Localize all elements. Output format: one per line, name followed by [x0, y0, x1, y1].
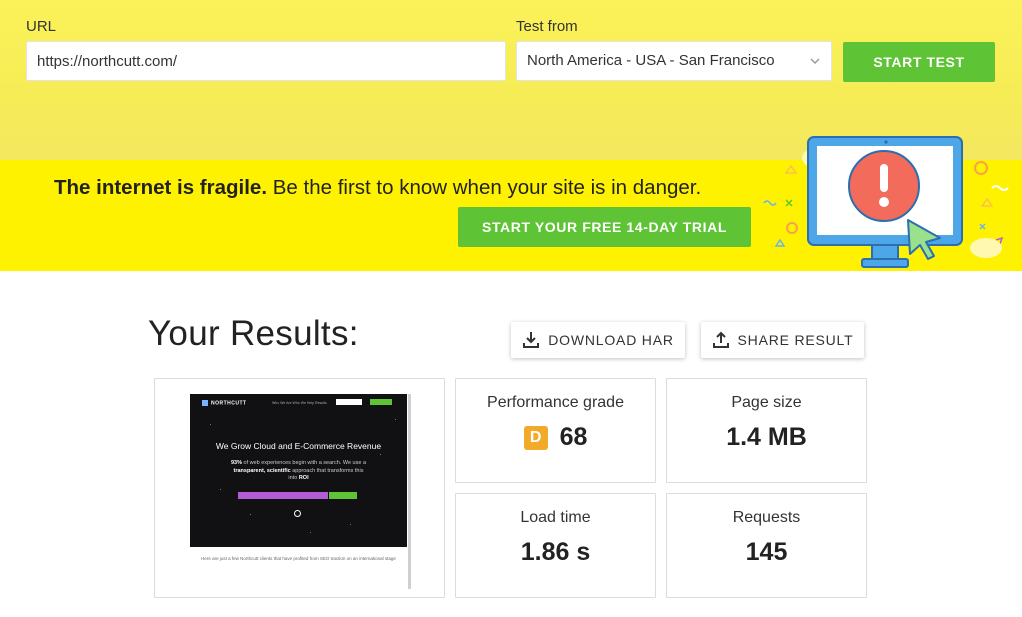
screenshot-cta-primary [238, 492, 328, 499]
url-input[interactable] [26, 41, 506, 81]
page-size-label: Page size [731, 394, 802, 411]
screenshot-search-box [336, 399, 362, 405]
download-har-label: DOWNLOAD HAR [548, 332, 674, 348]
requests-card: Requests 145 [666, 493, 867, 598]
screenshot-scrollbar [408, 394, 411, 589]
start-test-button[interactable]: START TEST [843, 42, 995, 82]
performance-grade-card: Performance grade D 68 [455, 378, 656, 483]
load-time-value: 1.86 s [520, 538, 591, 566]
screenshot-cta-secondary [329, 492, 357, 499]
screenshot-body-bold: transparent, scientific [233, 467, 291, 474]
screenshot-headline: We Grow Cloud and E-Commerce Revenue [215, 441, 382, 451]
promo-headline-rest: Be the first to know when your site is i… [267, 176, 702, 199]
screenshot-footer-text: Here are just a few Northcutt clients th… [201, 556, 396, 561]
test-location-select[interactable]: North America - USA - San Francisco [516, 41, 832, 81]
page-size-value: 1.4 MB [726, 423, 807, 451]
page-size-card: Page size 1.4 MB [666, 378, 867, 483]
site-screenshot-card: NORTHCUTT Who We Are Who We Help Results… [154, 378, 445, 598]
promo-headline: The internet is fragile. Be the first to… [54, 176, 701, 200]
requests-value: 145 [745, 538, 788, 566]
share-result-label: SHARE RESULT [737, 332, 854, 348]
grade-badge: D [523, 425, 548, 450]
download-har-button[interactable]: DOWNLOAD HAR [511, 322, 685, 358]
load-time-card: Load time 1.86 s [455, 493, 656, 598]
screenshot-logo-icon [202, 400, 208, 406]
requests-label: Requests [732, 509, 801, 526]
promo-headline-bold: The internet is fragile. [54, 176, 268, 199]
performance-grade-label: Performance grade [487, 394, 624, 411]
screenshot-body: 93% of web experiences begin with a sear… [230, 460, 367, 483]
screenshot-body-roi: ROI [298, 475, 309, 481]
screenshot-nav-links: Who We Are Who We Help Results [272, 401, 327, 405]
screenshot-brand: NORTHCUTT [202, 400, 247, 406]
download-icon [523, 332, 540, 348]
screenshot-cta-small [370, 399, 392, 405]
screenshot-scroll-indicator [294, 510, 301, 517]
test-from-label: Test from [516, 18, 578, 35]
url-label: URL [26, 18, 57, 35]
free-trial-button[interactable]: START YOUR FREE 14-DAY TRIAL [458, 207, 751, 247]
screenshot-brand-text: NORTHCUTT [211, 400, 247, 407]
test-location-value: North America - USA - San Francisco [527, 52, 775, 69]
screenshot-body-pct: 93% [230, 460, 242, 466]
performance-score: 68 [559, 423, 588, 451]
screenshot-hero: NORTHCUTT Who We Are Who We Help Results… [190, 394, 407, 547]
results-title: Your Results: [148, 314, 359, 353]
performance-grade-row: D 68 [456, 423, 655, 452]
screenshot-body-1: of web experiences begin with a search. … [241, 460, 367, 466]
site-screenshot: NORTHCUTT Who We Are Who We Help Results… [190, 394, 411, 589]
load-time-label: Load time [520, 509, 591, 526]
chevron-down-icon [810, 58, 820, 65]
share-result-button[interactable]: SHARE RESULT [701, 322, 864, 358]
share-icon [712, 331, 729, 348]
monitor-alert-illustration [763, 136, 1009, 268]
